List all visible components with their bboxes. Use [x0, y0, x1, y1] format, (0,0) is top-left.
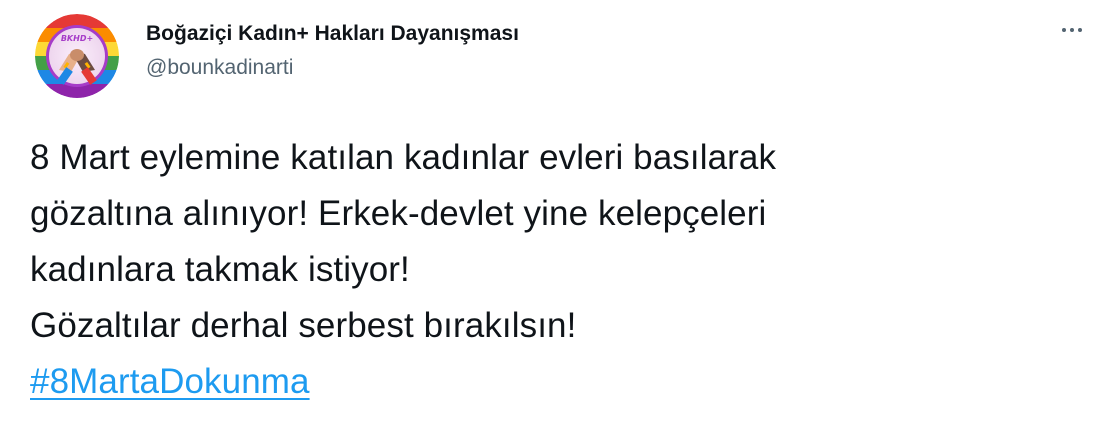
tweet-card: BKHD+ Boğaziçi Kadın+ Hakları Dayanışmas…: [0, 0, 1110, 421]
avatar-image: BKHD+: [35, 14, 119, 98]
more-dots-icon: [1070, 28, 1074, 32]
author-display-name[interactable]: Boğaziçi Kadın+ Hakları Dayanışması: [146, 20, 519, 48]
avatar-logo-text: BKHD+: [61, 34, 93, 43]
more-dots-icon: [1062, 28, 1066, 32]
profile-avatar[interactable]: BKHD+: [35, 14, 119, 98]
more-options-button[interactable]: [1050, 14, 1094, 46]
tweet-text-line: kadınlara takmak istiyor!: [30, 250, 410, 289]
author-handle[interactable]: @bounkadinarti: [146, 54, 519, 82]
author-info: Boğaziçi Kadın+ Hakları Dayanışması @bou…: [146, 20, 519, 82]
tweet-text: 8 Mart eylemine katılan kadınlar evleri …: [30, 130, 1090, 410]
tweet-hashtag-line: #8MartaDokunma: [30, 354, 1090, 410]
hashtag-link[interactable]: #8MartaDokunma: [30, 362, 310, 401]
more-dots-icon: [1078, 28, 1082, 32]
tweet-text-line: Gözaltılar derhal serbest bırakılsın!: [30, 306, 577, 345]
tweet-text-line: 8 Mart eylemine katılan kadınlar evleri …: [30, 138, 777, 177]
tweet-text-line: gözaltına alınıyor! Erkek-devlet yine ke…: [30, 194, 767, 233]
